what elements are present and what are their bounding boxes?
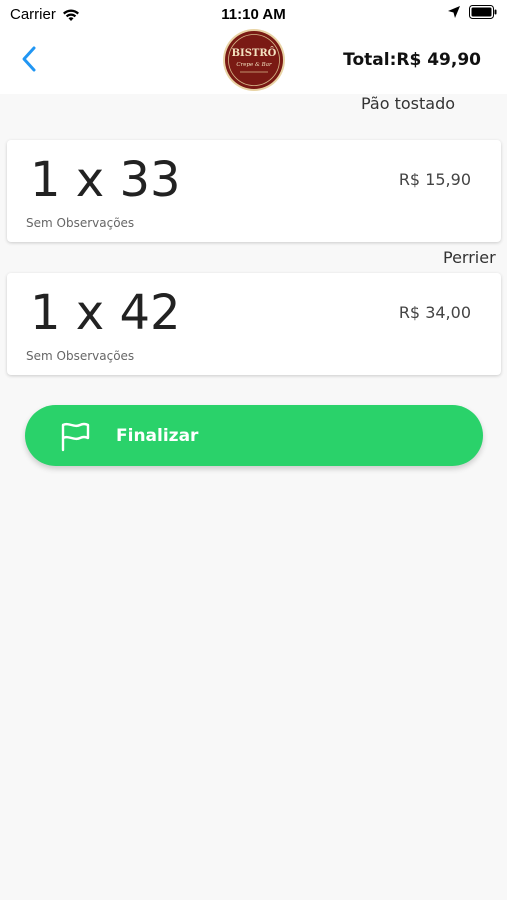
item-price: R$ 15,90 [398,170,471,189]
order-total: Total:R$ 49,90 [343,50,481,70]
svg-text:BISTRÔ: BISTRÔ [232,47,277,59]
item-price: R$ 34,00 [398,303,471,322]
item-quantity: 1 x 33 [30,152,181,208]
battery-icon [469,5,497,19]
nav-bar: BISTRÔ Crepe & Bar Total:R$ 49,90 [0,28,507,94]
finalize-label: Finalizar [116,426,199,446]
bistro-logo: BISTRÔ Crepe & Bar [223,29,285,91]
back-button[interactable] [12,42,46,76]
item-name: Pão tostado [361,94,456,113]
flag-icon [61,422,90,452]
order-item-card[interactable]: 1 x 33 R$ 15,90 Sem Observações [7,140,501,242]
item-observations: Sem Observações [26,216,135,230]
item-observations: Sem Observações [26,349,135,363]
item-quantity: 1 x 42 [30,285,181,341]
svg-text:Crepe & Bar: Crepe & Bar [236,62,272,68]
item-name: Perrier [443,248,496,267]
finalize-button[interactable]: Finalizar [25,405,483,466]
status-right-icons [447,5,497,19]
status-bar: Carrier 11:10 AM [0,0,507,28]
order-item-card[interactable]: 1 x 42 R$ 34,00 Sem Observações [7,273,501,375]
location-arrow-icon [448,6,460,18]
chevron-left-icon [22,46,36,72]
status-time: 11:10 AM [221,6,286,23]
